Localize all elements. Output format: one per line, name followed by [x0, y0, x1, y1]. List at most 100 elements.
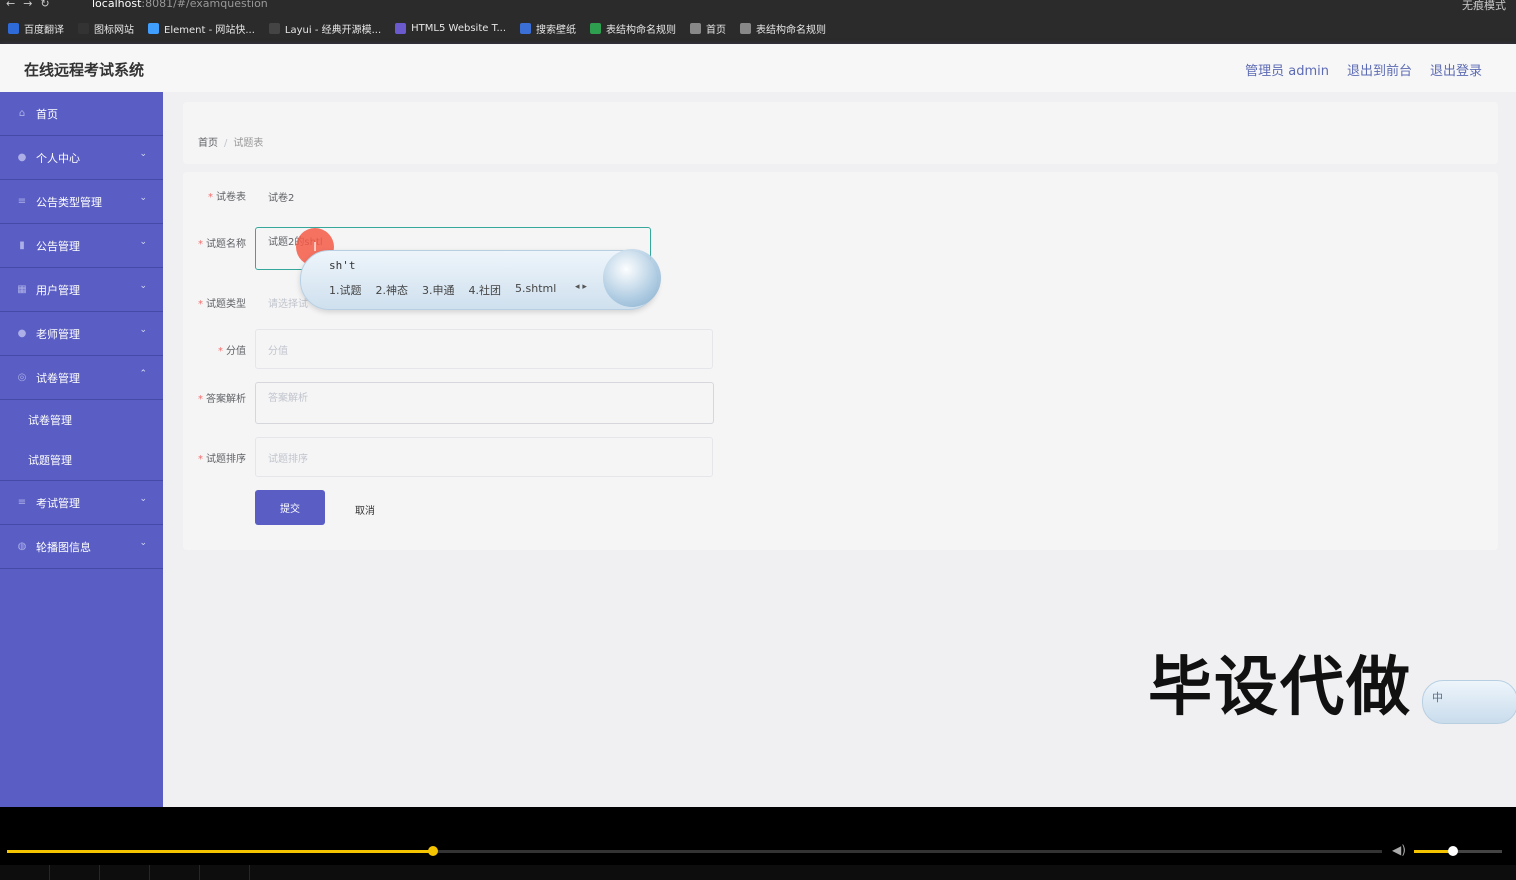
chevron-down-icon: ⌄ — [139, 325, 147, 335]
ime-status-bar[interactable]: 中 — [1422, 680, 1516, 724]
bookmark-label: 图标网站 — [94, 24, 134, 36]
browser-nav-icons[interactable]: ←→↻ — [6, 0, 58, 10]
sidebar-subitem-paper[interactable]: 试卷管理 — [0, 400, 163, 440]
chevron-down-icon: ⌄ — [139, 193, 147, 203]
bookmark-item[interactable]: 搜索壁纸 — [520, 21, 576, 36]
bookmark-favicon-icon — [740, 22, 752, 34]
bookmark-item[interactable]: 表结构命名规则 — [740, 21, 826, 36]
watermark-text: 毕设代做 — [1148, 651, 1412, 725]
bookmark-item[interactable]: Layui - 经典开源模... — [268, 21, 382, 36]
sidebar-item-user[interactable]: ▦ 用户管理 ⌄ — [0, 268, 163, 312]
bookmark-favicon-icon — [395, 22, 407, 34]
bookmark-item[interactable]: 百度翻译 — [8, 21, 64, 36]
type-label: * 试题类型 — [198, 299, 246, 310]
bookmark-favicon-icon — [78, 22, 89, 34]
list-icon: ≡ — [17, 196, 27, 207]
ime-candidate-list: 1.试题 2.神态 3.申通 4.社团 5.shtml — [329, 282, 556, 298]
sidebar-subitem-question[interactable]: 试题管理 — [0, 440, 163, 480]
paper-submenu: 试卷管理 试题管理 — [0, 400, 163, 481]
bookmark-label: Layui - 经典开源模... — [284, 24, 382, 36]
bookmark-favicon-icon — [590, 22, 602, 34]
breadcrumb-home[interactable]: 首页 — [198, 138, 218, 149]
progress-fill — [7, 850, 434, 853]
bookmark-label: 百度翻译 — [24, 24, 64, 36]
order-label: * 试题排序 — [198, 454, 246, 465]
bar-chart-icon: ▮ — [19, 240, 25, 251]
chevron-down-icon: ⌄ — [139, 149, 147, 159]
order-input[interactable]: 试题排序 — [255, 437, 713, 477]
bookmark-label: 首页 — [706, 24, 727, 36]
sidebar-item-notice-type[interactable]: ≡ 公告类型管理 ⌄ — [0, 180, 163, 224]
paper-label: * 试卷表 — [208, 192, 246, 203]
bookmark-favicon-icon — [520, 22, 532, 34]
ime-candidate[interactable]: 3.申通 — [422, 282, 455, 298]
to-front-link[interactable]: 退出到前台 — [1347, 60, 1412, 79]
sidebar: ⌂ 首页 ● 个人中心 ⌄ ≡ 公告类型管理 ⌄ ▮ 公告管理 ⌄ ▦ 用户管理… — [0, 92, 163, 807]
ime-candidate[interactable]: 4.社团 — [469, 282, 502, 298]
breadcrumb-current: 试题表 — [233, 138, 264, 149]
ime-composition: sh't — [329, 259, 356, 272]
volume-knob[interactable] — [1447, 846, 1458, 856]
ime-candidate-popup: sh't 1.试题 2.神态 3.申通 4.社团 5.shtml ◂ ▸ — [300, 249, 661, 310]
incognito-label: 无痕模式 — [1462, 0, 1506, 12]
bookmarks-bar: 百度翻译 图标网站 Element - 网站快... Layui - 经典开源模...… — [0, 12, 1516, 44]
bookmark-label: 搜索壁纸 — [536, 24, 577, 36]
sidebar-item-exam[interactable]: ≡ 考试管理 ⌄ — [0, 481, 163, 525]
volume-track[interactable] — [1414, 846, 1502, 856]
grid-icon: ▦ — [17, 284, 27, 295]
ime-mascot-icon — [603, 249, 661, 307]
chevron-down-icon: ⌄ — [139, 237, 147, 247]
chevron-down-icon: ⌄ — [139, 494, 147, 504]
admin-user-label: 管理员 admin — [1245, 64, 1329, 79]
score-label: * 分值 — [218, 346, 246, 357]
score-input[interactable]: 分值 — [255, 329, 713, 369]
sidebar-item-personal[interactable]: ● 个人中心 ⌄ — [0, 136, 163, 180]
submit-button[interactable]: 提交 — [255, 490, 325, 525]
bookmark-item[interactable]: Element - 网站快... — [148, 21, 255, 36]
progress-track[interactable] — [7, 846, 1382, 856]
sidebar-item-carousel[interactable]: ◍ 轮播图信息 ⌄ — [0, 525, 163, 569]
home-icon: ⌂ — [18, 108, 26, 119]
sidebar-item-teacher[interactable]: ● 老师管理 ⌄ — [0, 312, 163, 356]
ime-candidate[interactable]: 1.试题 — [329, 282, 362, 298]
sidebar-item-home[interactable]: ⌂ 首页 — [0, 92, 163, 136]
settings-icon: ◎ — [17, 372, 27, 383]
breadcrumb-card: 首页 / 试题表 — [183, 102, 1498, 164]
analysis-label: * 答案解析 — [198, 394, 246, 405]
bookmark-favicon-icon — [148, 22, 159, 34]
person-icon: ● — [17, 328, 27, 339]
bookmark-item[interactable]: 首页 — [690, 21, 726, 36]
browser-toolbar: ←→↻ localhost:8081/#/examquestion 无痕模式 — [0, 0, 1516, 12]
bookmark-item[interactable]: HTML5 Website T... — [395, 22, 507, 34]
cancel-button[interactable]: 取消 — [355, 502, 375, 517]
bookmark-label: HTML5 Website T... — [411, 22, 507, 34]
chevron-down-icon: ⌄ — [139, 281, 147, 291]
sidebar-item-paper[interactable]: ◎ 试卷管理 ⌃ — [0, 356, 163, 400]
breadcrumb: 首页 / 试题表 — [198, 138, 264, 149]
globe-icon: ◍ — [17, 541, 27, 552]
analysis-textarea[interactable]: 答案解析 — [255, 382, 714, 424]
app-header: 在线远程考试系统 管理员 admin 退出到前台 退出登录 — [0, 44, 1516, 92]
chevron-down-icon: ⌄ — [139, 538, 147, 548]
bookmark-favicon-icon — [8, 22, 19, 34]
ime-candidate[interactable]: 2.神态 — [376, 282, 409, 298]
volume-icon[interactable]: ◀) — [1392, 843, 1406, 857]
video-player-controls: ◀) — [0, 807, 1516, 880]
bookmark-label: 表结构命名规则 — [606, 24, 677, 36]
question-form: * 试卷表 试卷2 * 试题名称 试题2的shtl * 试题类型 请选择试 * 分值 分… — [183, 172, 1498, 550]
progress-knob[interactable] — [428, 846, 439, 856]
bookmark-item[interactable]: 表结构命名规则 — [590, 21, 676, 36]
player-bottom-strip — [0, 865, 1516, 880]
paper-value: 试卷2 — [268, 193, 295, 204]
sidebar-item-notice[interactable]: ▮ 公告管理 ⌄ — [0, 224, 163, 268]
ime-candidate[interactable]: 5.shtml — [515, 282, 556, 298]
bookmark-item[interactable]: 图标网站 — [78, 21, 134, 36]
address-bar[interactable]: localhost:8081/#/examquestion — [92, 0, 268, 10]
ime-page-arrows-icon[interactable]: ◂ ▸ — [575, 282, 587, 292]
logout-link[interactable]: 退出登录 — [1430, 60, 1482, 79]
ime-status-label: 中 — [1432, 691, 1443, 704]
bookmark-label: Element - 网站快... — [164, 24, 255, 36]
bookmark-favicon-icon — [690, 22, 702, 34]
bookmark-favicon-icon — [268, 22, 280, 34]
user-icon: ● — [17, 152, 27, 163]
